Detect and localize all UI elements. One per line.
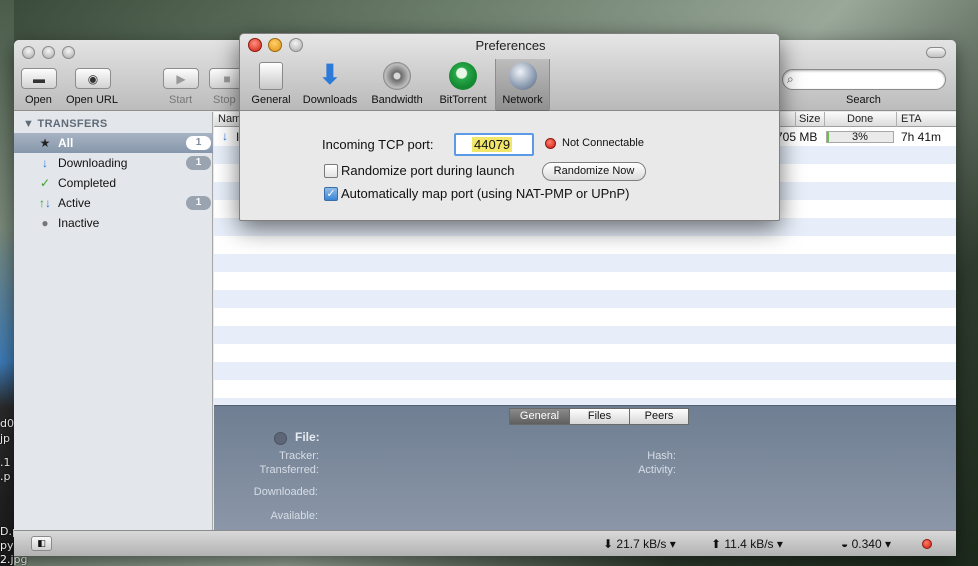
activity-label: Activity: bbox=[638, 464, 676, 476]
checkmark-icon: ✓ bbox=[326, 188, 336, 200]
randomize-port-checkbox[interactable] bbox=[324, 164, 338, 178]
zoom-window-button[interactable] bbox=[62, 46, 75, 59]
search-input[interactable]: ⌕ bbox=[782, 69, 946, 90]
sidebar-toggle-icon: ◧ bbox=[37, 538, 46, 548]
folder-icon: ▬ bbox=[33, 71, 45, 86]
file-icon bbox=[274, 432, 287, 445]
progress-bar: 3% bbox=[826, 131, 894, 143]
open-url-label: Open URL bbox=[66, 94, 118, 106]
preferences-window: Preferences General ⬇ Downloads Bandwidt… bbox=[239, 33, 780, 221]
bittorrent-icon bbox=[449, 62, 477, 90]
tab-downloads[interactable]: ⬇ Downloads bbox=[298, 59, 362, 111]
torrent-size: 705 MB bbox=[776, 130, 818, 144]
column-header-name[interactable]: Nam bbox=[218, 113, 241, 125]
desktop-file-label: jp bbox=[0, 432, 11, 445]
randomize-port-label: Randomize port during launch bbox=[341, 163, 515, 178]
gray-dot-icon: ● bbox=[41, 216, 49, 230]
open-button[interactable]: ▬ bbox=[21, 68, 57, 89]
ratio-icon: ◒ bbox=[841, 537, 849, 551]
download-arrow-icon: ⬇ bbox=[318, 59, 342, 90]
search-label: Search bbox=[846, 94, 881, 106]
tab-files[interactable]: Files bbox=[569, 408, 630, 425]
count-badge: 1 bbox=[186, 156, 211, 170]
column-header-eta[interactable]: ETA bbox=[901, 113, 922, 125]
desktop-file-label: py bbox=[0, 539, 14, 552]
auto-map-port-label: Automatically map port (using NAT-PMP or… bbox=[341, 186, 630, 201]
count-badge: 1 bbox=[186, 136, 211, 150]
progress-label: 3% bbox=[852, 131, 868, 143]
tab-bandwidth[interactable]: Bandwidth bbox=[367, 59, 427, 111]
randomize-now-button[interactable]: Randomize Now bbox=[542, 162, 646, 181]
tab-peers[interactable]: Peers bbox=[629, 408, 689, 425]
tracker-label: Tracker: bbox=[279, 450, 319, 462]
auto-map-port-checkbox[interactable]: ✓ bbox=[324, 187, 338, 201]
search-icon: ⌕ bbox=[787, 72, 794, 86]
play-icon: ▶ bbox=[176, 71, 186, 86]
star-icon: ★ bbox=[39, 136, 51, 150]
open-url-button[interactable]: ◉ bbox=[75, 68, 111, 89]
count-badge: 1 bbox=[186, 196, 211, 210]
tab-bittorrent[interactable]: BitTorrent bbox=[433, 59, 493, 111]
preferences-title: Preferences bbox=[475, 38, 546, 53]
gauge-icon bbox=[383, 62, 411, 90]
arrow-down-icon: ↓ bbox=[42, 156, 48, 170]
column-header-done[interactable]: Done bbox=[847, 113, 873, 125]
connection-status-icon bbox=[545, 138, 556, 149]
torrent-eta: 7h 41m bbox=[901, 130, 942, 144]
sidebar-item-label: Active bbox=[58, 196, 91, 210]
sidebar-item-downloading[interactable]: ↓ Downloading 1 bbox=[14, 153, 213, 173]
download-rate-menu[interactable]: ⬇ 21.7 kB/s ▾ bbox=[603, 537, 676, 551]
checkmark-icon: ✓ bbox=[39, 176, 51, 190]
minimize-window-button[interactable] bbox=[42, 46, 55, 59]
desktop-file-label: .p bbox=[0, 470, 11, 483]
close-window-button[interactable] bbox=[22, 46, 35, 59]
switch-icon bbox=[259, 62, 283, 90]
globe-icon: ◉ bbox=[87, 71, 99, 86]
sidebar-item-all[interactable]: ★ All 1 bbox=[14, 133, 213, 153]
stop-label: Stop bbox=[213, 94, 236, 106]
tab-network[interactable]: Network bbox=[495, 59, 550, 111]
column-header-size[interactable]: Size bbox=[799, 113, 820, 125]
sidebar-item-active[interactable]: ↑↓ Active 1 bbox=[14, 193, 213, 213]
transferred-label: Transferred: bbox=[259, 464, 319, 476]
sidebar-item-label: Completed bbox=[58, 176, 117, 190]
desktop-file-label: d0 bbox=[0, 417, 14, 430]
toggle-inspector-button[interactable]: ◧ bbox=[31, 536, 52, 551]
available-label: Available: bbox=[270, 510, 319, 522]
tcp-port-value: 44079 bbox=[472, 137, 513, 152]
downloaded-label: Downloaded: bbox=[253, 486, 318, 498]
sidebar: ▼ TRANSFERS ★ All 1 ↓ Downloading 1 ✓ Co… bbox=[14, 112, 213, 530]
upload-rate-menu[interactable]: ⬆ 11.4 kB/s ▾ bbox=[711, 537, 783, 551]
sidebar-item-completed[interactable]: ✓ Completed bbox=[14, 173, 213, 193]
sidebar-item-inactive[interactable]: ● Inactive bbox=[14, 213, 213, 233]
tab-general[interactable]: General bbox=[509, 408, 570, 425]
sidebar-item-label: All bbox=[58, 136, 74, 150]
up-down-arrows-icon: ↑↓ bbox=[39, 196, 51, 210]
inspector-panel: General Files Peers File: Tracker: Trans… bbox=[214, 405, 956, 530]
preferences-toolbar: Preferences General ⬇ Downloads Bandwidt… bbox=[240, 34, 779, 111]
ratio-menu[interactable]: ◒ 0.340 ▾ bbox=[841, 537, 891, 551]
file-label: File: bbox=[295, 430, 320, 444]
connection-status-text: Not Connectable bbox=[562, 137, 644, 149]
tcp-port-label: Incoming TCP port: bbox=[322, 137, 434, 152]
status-bar: ◧ ⬇ 21.7 kB/s ▾ ⬆ 11.4 kB/s ▾ ◒ 0.340 ▾ bbox=[14, 530, 956, 556]
hash-label: Hash: bbox=[647, 450, 676, 462]
sidebar-item-label: Inactive bbox=[58, 216, 100, 230]
sidebar-item-label: Downloading bbox=[58, 156, 128, 170]
start-label: Start bbox=[169, 94, 193, 106]
sidebar-header: ▼ TRANSFERS bbox=[23, 118, 108, 130]
globe-icon bbox=[508, 62, 537, 90]
downloading-arrow-icon: ↓ bbox=[222, 129, 228, 143]
toolbar-toggle-button[interactable] bbox=[926, 47, 946, 58]
start-button[interactable]: ▶ bbox=[163, 68, 199, 89]
desktop-file-label: .1 bbox=[0, 456, 11, 469]
port-status-icon bbox=[922, 539, 932, 549]
desktop-file-label: D.p bbox=[0, 525, 14, 538]
open-label: Open bbox=[25, 94, 52, 106]
tcp-port-input[interactable]: 44079 bbox=[454, 133, 534, 156]
tab-general[interactable]: General bbox=[247, 59, 295, 111]
